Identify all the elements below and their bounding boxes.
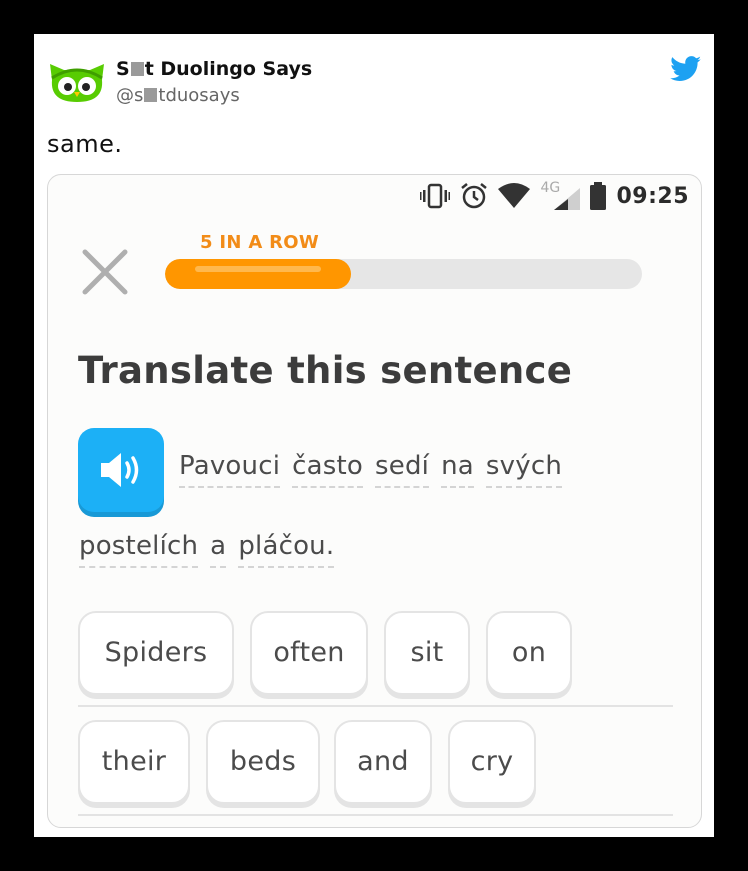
progress-shine: [195, 266, 322, 272]
vibrate-icon: [420, 183, 451, 209]
word-chip-their[interactable]: their: [78, 720, 190, 804]
author-name-start: S: [116, 58, 130, 80]
avatar[interactable]: [48, 56, 106, 104]
status-bar: 4G 09:25: [420, 179, 689, 213]
play-audio-button[interactable]: [78, 428, 164, 512]
author-handle-end: tduosays: [158, 85, 240, 106]
twitter-bird-icon[interactable]: [670, 56, 702, 82]
tweet-text: same.: [47, 130, 123, 158]
word-chip-and[interactable]: and: [334, 720, 432, 804]
hint-word[interactable]: na: [441, 451, 474, 488]
close-button[interactable]: [81, 248, 129, 296]
attached-screenshot[interactable]: 4G 09:25 5 IN A ROW Translate this sente…: [47, 174, 702, 828]
hint-word[interactable]: Pavouci: [179, 451, 281, 488]
word-chip-sit[interactable]: sit: [384, 611, 470, 695]
source-sentence-line-2: postelích a pláčou.: [79, 531, 346, 568]
close-icon: [82, 249, 128, 295]
streak-label: 5 IN A ROW: [200, 232, 320, 253]
author-handle-start: @s: [116, 85, 144, 106]
battery-icon: [590, 182, 607, 210]
lesson-progress-bar: [165, 259, 642, 289]
speaker-icon: [101, 453, 139, 487]
redaction-mark: [130, 62, 144, 76]
word-chip-spiders[interactable]: Spiders: [78, 611, 234, 695]
redaction-mark: [144, 88, 158, 102]
alarm-icon: [461, 183, 488, 209]
tweet-card: St Duolingo Says @s tduosays same. 4G 09…: [34, 34, 714, 837]
word-chip-cry[interactable]: cry: [448, 720, 536, 804]
hint-word[interactable]: postelích: [79, 531, 199, 568]
hint-word[interactable]: svých: [485, 451, 562, 488]
word-chip-on[interactable]: on: [486, 611, 572, 695]
signal-icon: 4G: [540, 180, 581, 210]
word-chip-often[interactable]: often: [250, 611, 368, 695]
author-name-end: t Duolingo Says: [144, 58, 313, 80]
progress-fill: [165, 259, 352, 289]
word-chip-beds[interactable]: beds: [206, 720, 320, 804]
author-name[interactable]: St Duolingo Says: [116, 58, 312, 80]
author-handle[interactable]: @s tduosays: [116, 85, 240, 106]
hint-word[interactable]: sedí: [375, 451, 430, 488]
prompt-title: Translate this sentence: [78, 349, 573, 392]
answer-row-2: their beds and cry: [78, 720, 673, 816]
source-sentence-line-1: Pavouci často sedí na svých: [179, 451, 574, 488]
hint-word[interactable]: a: [210, 531, 227, 568]
answer-row-1: Spiders often sit on: [78, 611, 673, 707]
status-time: 09:25: [616, 183, 689, 209]
owl-icon: [50, 64, 104, 102]
hint-word[interactable]: často: [292, 451, 364, 488]
hint-word[interactable]: pláčou.: [238, 531, 335, 568]
wifi-icon: [498, 183, 531, 208]
